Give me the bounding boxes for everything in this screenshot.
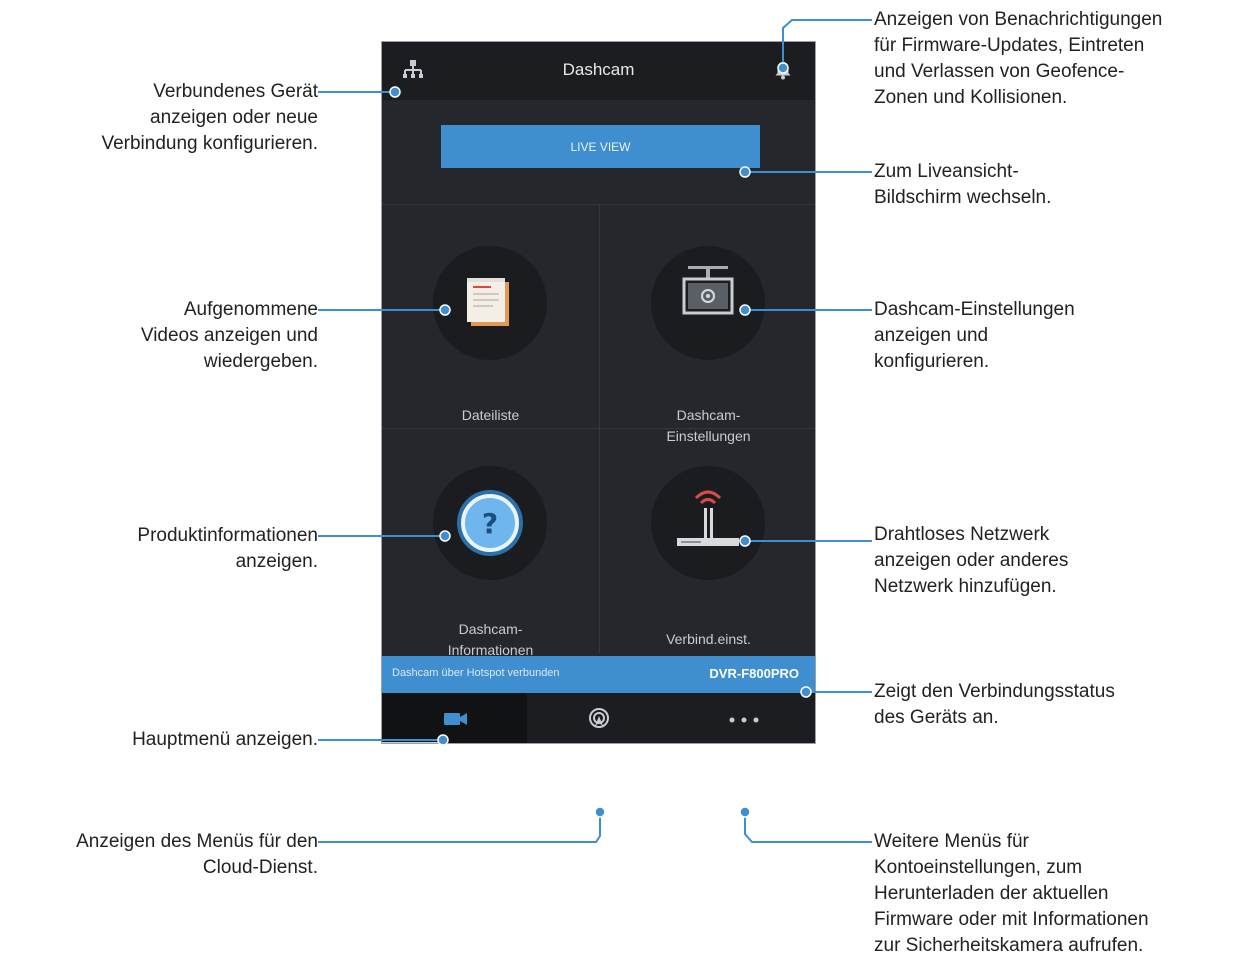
svg-text:?: ? [482,507,498,540]
cloud-signal-icon [589,708,609,728]
wireless-router-icon [651,466,765,580]
tile-label: Dateiliste [461,407,520,423]
annotation-connected-device: Verbundenes Gerät anzeigen oder neue Ver… [101,81,318,154]
dashcam-settings-icon [651,246,765,360]
bottom-navigation [382,693,815,743]
annotation-recorded-videos: Aufgenommene Videos anzeigen und wiederg… [140,299,318,372]
file-list-icon [433,246,547,360]
live-view-button[interactable]: LIVE VIEW [441,125,760,168]
tile-label: Verbind.einst. [666,631,751,647]
annotation-notifications: Anzeigen von Benachrichtigungen für Firm… [874,9,1163,108]
annotation-cloud-menu: Anzeigen des Menüs für den Cloud-Dienst. [76,831,318,878]
tile-connection-settings[interactable]: Verbind.einst. [600,429,815,654]
leader-cloud-menu [318,812,601,843]
tile-file-list[interactable]: Dateiliste [382,205,599,428]
leader-more-menus [744,812,872,843]
tile-dashcam-info[interactable]: ? Dashcam- Informationen [382,429,599,658]
app-top-bar: Dashcam [382,42,815,100]
nav-tab-cloud[interactable] [527,693,672,743]
nav-tab-main-menu[interactable] [382,693,527,743]
tile-dashcam-settings[interactable]: Dashcam- Einstellungen [600,205,815,444]
device-id: DVR-F800PRO [709,666,799,681]
nav-tab-more[interactable] [672,693,815,743]
active-tab-indicator [382,742,445,743]
annotation-dashcam-settings: Dashcam-Einstellungen anzeigen und konfi… [874,299,1075,372]
annotation-product-info: Produktinformationen anzeigen. [137,525,318,572]
annotation-wireless-network: Drahtloses Netzwerk anzeigen oder andere… [874,524,1069,597]
tile-label: Dashcam- Informationen [447,621,534,658]
video-camera-icon [444,713,467,725]
annotation-live-view: Zum Liveansicht- Bildschirm wechseln. [874,161,1052,208]
notification-bell-icon[interactable] [774,60,792,80]
annotation-more-menus: Weitere Menüs für Kontoeinstellungen, zu… [874,831,1149,956]
annotation-connection-status: Zeigt den Verbindungsstatus des Geräts a… [874,681,1115,728]
connection-status-bar: Dashcam über Hotspot verbunden DVR-F800P… [382,656,815,693]
more-dots-icon [729,717,759,723]
annotation-main-menu: Hauptmenü anzeigen. [132,729,318,750]
dashcam-app-screen: Dashcam LIVE VIEW Dateiliste Dashcam- Ei… [381,41,816,744]
app-title: Dashcam [562,60,635,79]
product-info-icon: ? [433,466,547,580]
connection-status-text: Dashcam über Hotspot verbunden [392,667,560,679]
